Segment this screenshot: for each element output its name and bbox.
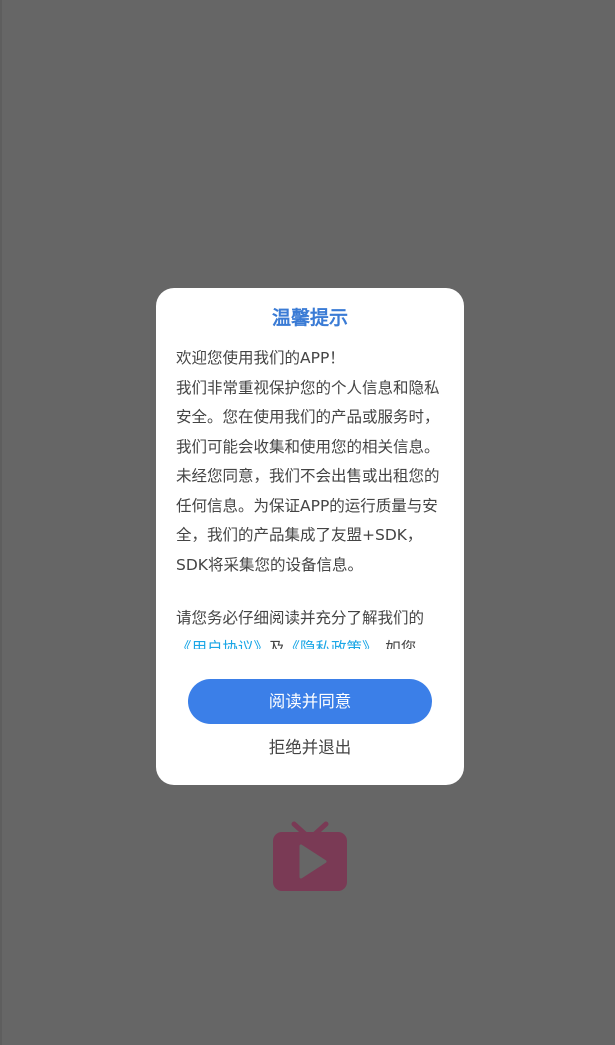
reject-button[interactable]: 拒绝并退出 bbox=[156, 734, 464, 762]
conjunction-text: 及 bbox=[269, 638, 285, 650]
privacy-statement: 我们非常重视保护您的个人信息和隐私安全。您在使用我们的产品或服务时，我们可能会收… bbox=[176, 378, 440, 574]
left-edge bbox=[0, 0, 2, 1045]
agreement-notice: 请您务必仔细阅读并充分了解我们的《用户协议》及《隐私政策》，如您 bbox=[176, 604, 448, 649]
dialog-title: 温馨提示 bbox=[271, 307, 348, 329]
screen: 温馨提示 欢迎您使用我们的APP！ 我们非常重视保护您的个人信息和隐私安全。您在… bbox=[0, 0, 615, 1045]
privacy-policy-link[interactable]: 《隐私政策》 bbox=[285, 639, 370, 650]
user-agreement-link[interactable]: 《用户协议》 bbox=[176, 639, 269, 650]
dialog-body[interactable]: 欢迎您使用我们的APP！ 我们非常重视保护您的个人信息和隐私安全。您在使用我们的… bbox=[176, 344, 448, 649]
agreement-suffix: ，如您 bbox=[369, 638, 417, 650]
agreement-prefix: 请您务必仔细阅读并充分了解我们的 bbox=[176, 609, 425, 627]
greeting-text: 欢迎您使用我们的APP！ bbox=[176, 349, 345, 367]
agree-button[interactable]: 阅读并同意 bbox=[188, 679, 432, 724]
tv-play-icon bbox=[273, 821, 347, 891]
privacy-dialog: 温馨提示 欢迎您使用我们的APP！ 我们非常重视保护您的个人信息和隐私安全。您在… bbox=[156, 288, 464, 785]
